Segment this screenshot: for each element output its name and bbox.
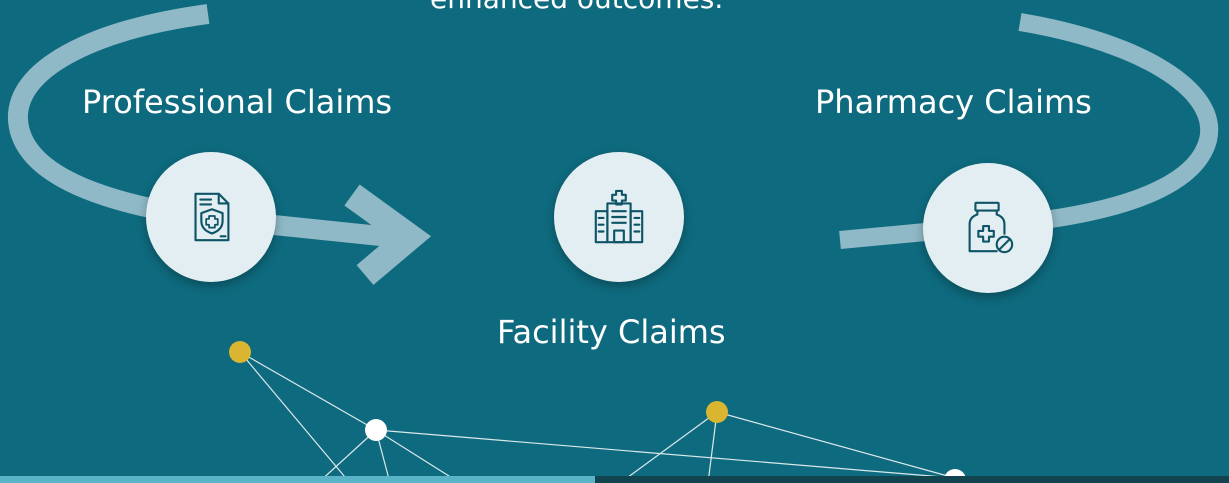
network-node-gold: [229, 341, 251, 363]
node-label-pharmacy: Pharmacy Claims: [815, 83, 1092, 121]
network-node-white: [365, 419, 387, 441]
progress-bar-right-segment: [595, 476, 1229, 483]
document-shield-icon: [194, 192, 230, 242]
node-label-facility: Facility Claims: [497, 313, 726, 351]
network-graph: [239, 351, 956, 483]
hospital-building-icon: [594, 189, 644, 244]
facility-claims-node: [554, 152, 684, 282]
medicine-bottle-icon: [968, 201, 1014, 254]
pharmacy-claims-node: [923, 163, 1053, 293]
professional-claims-node: [146, 152, 276, 282]
node-label-professional: Professional Claims: [82, 83, 393, 121]
network-node-gold: [706, 401, 728, 423]
progress-bar-left-segment: [0, 476, 595, 483]
